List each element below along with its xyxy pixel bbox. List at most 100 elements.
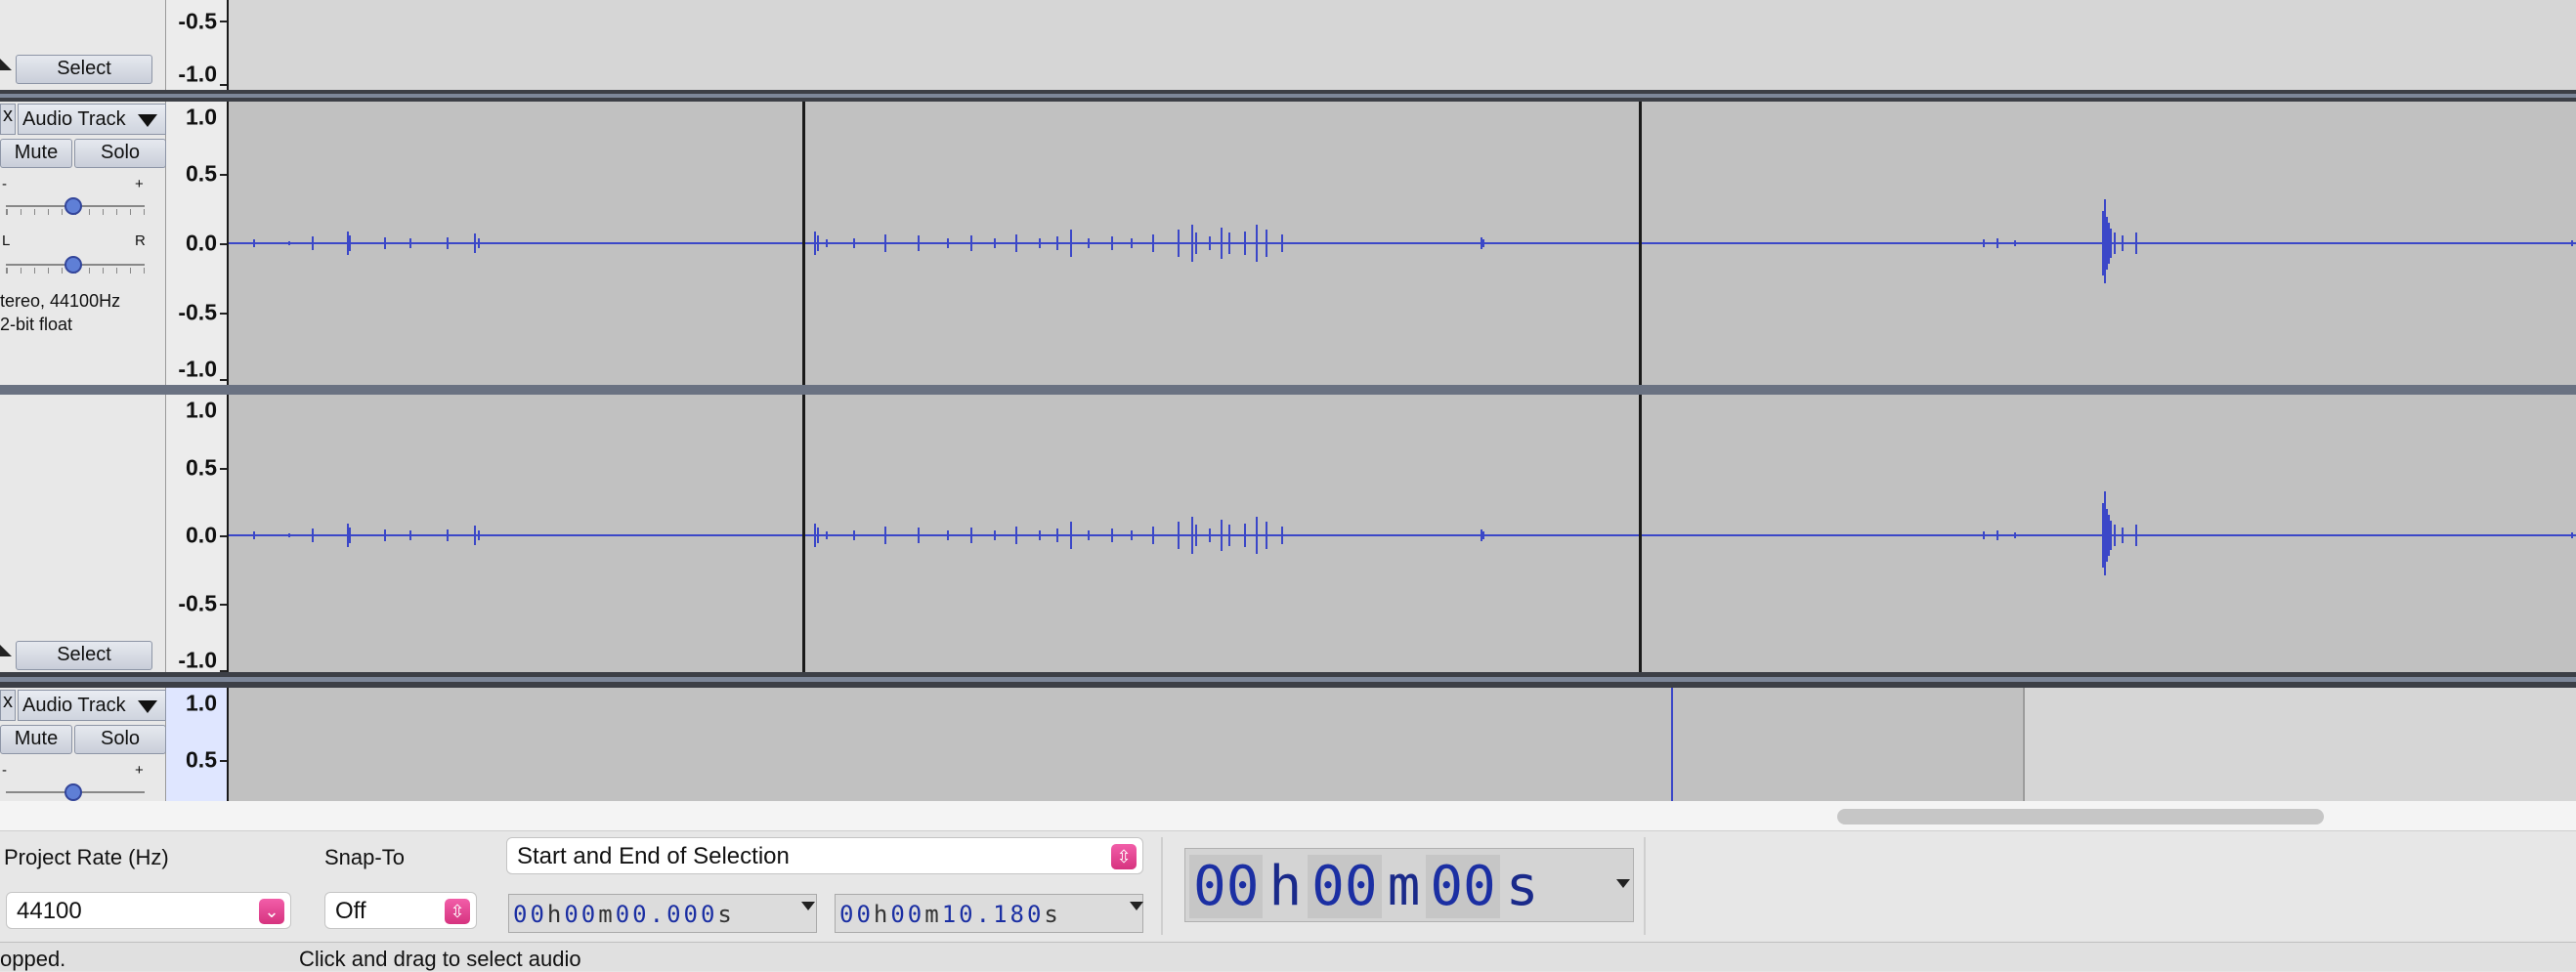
time-hours: 00 xyxy=(513,901,547,928)
time-unit: h xyxy=(546,901,565,928)
empty-region xyxy=(2023,688,2576,801)
pan-right-label: R xyxy=(135,232,146,249)
ruler-label: -1.0 xyxy=(178,61,217,87)
selection-mode-value: Start and End of Selection xyxy=(517,843,790,869)
track-name-menu[interactable]: Audio Track xyxy=(18,690,166,721)
dropdown-arrow-icon[interactable] xyxy=(801,902,815,910)
prev-track-control-panel: Select xyxy=(0,0,166,90)
time-unit: h xyxy=(873,901,891,928)
track-name-menu[interactable]: Audio Track xyxy=(18,104,166,135)
prev-track-waveform[interactable] xyxy=(229,0,2576,90)
waveform-graphic xyxy=(229,199,2576,283)
time-unit: s xyxy=(717,901,735,928)
snap-to-select[interactable]: Off ⇳ xyxy=(324,892,477,929)
select-button[interactable]: Select xyxy=(16,641,152,670)
solo-button[interactable]: Solo xyxy=(74,139,166,168)
dropdown-arrow-icon[interactable] xyxy=(1616,879,1630,888)
time-seconds: 00 xyxy=(1426,855,1500,918)
select-button[interactable]: Select xyxy=(16,55,152,84)
time-hours: 00 xyxy=(839,901,874,928)
ruler-label: 0.5 xyxy=(186,160,217,187)
toolbar-divider xyxy=(1644,837,1646,935)
track-name-label: Audio Track xyxy=(22,108,126,130)
time-unit: s xyxy=(1044,901,1061,928)
time-seconds: 10.180 xyxy=(941,901,1045,928)
ruler-label: 0.0 xyxy=(186,522,217,548)
audio-position-display[interactable]: 00 h 00 m 00 s xyxy=(1184,848,1634,922)
time-unit: m xyxy=(924,901,942,928)
gain-slider-thumb[interactable] xyxy=(64,197,82,215)
selection-start-time[interactable]: 00h00m00.000s xyxy=(508,894,817,933)
time-hours: 00 xyxy=(1189,855,1264,918)
close-icon[interactable]: x xyxy=(0,104,16,135)
track2-control-panel: x Audio Track Mute Solo - + xyxy=(0,688,166,801)
channel1-waveform[interactable] xyxy=(229,102,2576,385)
mute-button[interactable]: Mute xyxy=(0,725,72,754)
ruler-label: -0.5 xyxy=(178,590,217,616)
time-minutes: 00 xyxy=(564,901,599,928)
ruler-label: 1.0 xyxy=(186,104,217,130)
status-left: opped. xyxy=(0,947,66,971)
waveform-graphic xyxy=(229,491,2576,575)
time-unit: s xyxy=(1505,855,1539,918)
ruler-label: 0.5 xyxy=(186,454,217,481)
time-minutes: 00 xyxy=(1308,855,1382,918)
chevron-updown-icon: ⇳ xyxy=(445,899,470,924)
track2-ruler: 1.0 0.5 xyxy=(166,688,229,801)
ruler-label: 1.0 xyxy=(186,397,217,423)
solo-button[interactable]: Solo xyxy=(74,725,166,754)
gain-minus-label: - xyxy=(2,176,7,192)
channel2-waveform[interactable] xyxy=(229,395,2576,672)
prev-track-ruler: -0.5 -1.0 xyxy=(166,0,229,90)
selection-end-time[interactable]: 00h00m10.180s xyxy=(835,894,1143,933)
clip-boundary[interactable] xyxy=(802,395,805,672)
track2-waveform[interactable] xyxy=(229,688,2576,801)
mute-button[interactable]: Mute xyxy=(0,139,72,168)
project-rate-label: Project Rate (Hz) xyxy=(4,845,169,869)
chevron-down-icon: ⌄ xyxy=(259,899,284,924)
clip-boundary[interactable] xyxy=(1639,102,1642,385)
time-unit: h xyxy=(1268,855,1303,918)
project-rate-combo[interactable]: 44100 ⌄ xyxy=(6,892,291,929)
snap-to-value: Off xyxy=(335,898,366,924)
dropdown-arrow-icon xyxy=(138,700,157,713)
project-rate-value: 44100 xyxy=(17,898,82,924)
collapse-triangle-icon[interactable] xyxy=(0,645,12,656)
ruler-label: -0.5 xyxy=(178,8,217,34)
gain-minus-label: - xyxy=(2,762,7,779)
pan-slider-thumb[interactable] xyxy=(64,256,82,274)
ruler-label: -0.5 xyxy=(178,299,217,325)
dropdown-arrow-icon xyxy=(138,114,157,127)
ruler-label: -1.0 xyxy=(178,647,217,673)
toolbar-divider xyxy=(1161,837,1163,935)
channel-separator xyxy=(0,385,2576,395)
time-unit: m xyxy=(598,901,616,928)
pan-left-label: L xyxy=(2,232,11,249)
ruler-label: -1.0 xyxy=(178,356,217,382)
track-name-label: Audio Track xyxy=(22,695,126,716)
clip-boundary[interactable] xyxy=(802,102,805,385)
ruler-label: 1.0 xyxy=(186,690,217,716)
channel2-ruler: 1.0 0.5 0.0 -0.5 -1.0 xyxy=(166,395,229,673)
gain-plus-label: + xyxy=(135,176,144,192)
chevron-updown-icon: ⇳ xyxy=(1111,844,1137,869)
waveform-line xyxy=(1671,688,1673,801)
scrollbar-gutter xyxy=(0,801,235,830)
horizontal-scrollbar[interactable] xyxy=(235,801,2576,830)
ruler-label: 0.0 xyxy=(186,230,217,256)
status-message: Click and drag to select audio xyxy=(299,947,581,971)
scrollbar-thumb[interactable] xyxy=(1837,809,2324,824)
selection-mode-select[interactable]: Start and End of Selection ⇳ xyxy=(506,837,1143,874)
status-bar: opped. Click and drag to select audio xyxy=(0,942,2576,971)
gain-slider-thumb[interactable] xyxy=(64,783,82,801)
track-format-line: 2-bit float xyxy=(0,315,73,334)
snap-to-label: Snap-To xyxy=(324,845,405,869)
ruler-label: 0.5 xyxy=(186,746,217,773)
time-unit: m xyxy=(1387,855,1421,918)
time-minutes: 00 xyxy=(890,901,925,928)
close-icon[interactable]: x xyxy=(0,690,16,721)
track-format-info: tereo, 44100Hz 2-bit float xyxy=(0,289,120,336)
collapse-triangle-icon[interactable] xyxy=(0,59,12,70)
clip-boundary[interactable] xyxy=(1639,395,1642,672)
dropdown-arrow-icon[interactable] xyxy=(1130,902,1143,910)
